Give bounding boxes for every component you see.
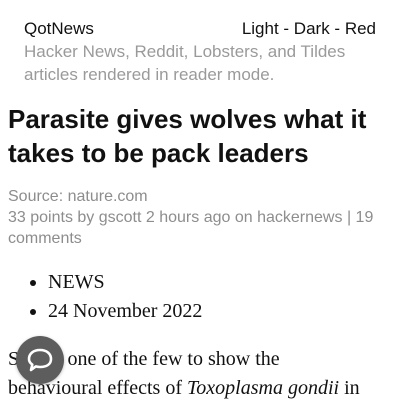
body-line: S is one of the few to show the <box>8 345 400 374</box>
speech-bubble-icon <box>27 348 53 372</box>
tag-item-date: 24 November 2022 <box>48 297 202 326</box>
theme-red-link[interactable]: Red <box>345 19 376 39</box>
body-line-text: is one of the few to show the <box>49 348 280 370</box>
article-body: S is one of the few to show the behaviou… <box>8 345 400 403</box>
theme-light-link[interactable]: Light <box>242 19 279 39</box>
meta-divider: | <box>346 209 352 226</box>
tag-item-category: NEWS <box>48 268 202 297</box>
origin-site-link[interactable]: hackernews <box>257 209 342 226</box>
source-label: Source: <box>8 188 64 205</box>
site-tagline: Hacker News, Reddit, Lobsters, and Tilde… <box>24 42 346 84</box>
theme-dark-link[interactable]: Dark <box>294 19 330 39</box>
theme-separator: - <box>278 19 294 38</box>
species-name: Toxoplasma gondii <box>187 377 340 399</box>
post-time: 2 hours ago <box>145 209 231 226</box>
article-title: Parasite gives wolves what it takes to b… <box>8 104 367 168</box>
body-line-text: in <box>344 377 360 399</box>
on-label: on <box>234 209 253 226</box>
article-tags: NEWS 24 November 2022 <box>8 268 202 326</box>
top-bar: QotNews Light - Dark - Red <box>24 19 376 39</box>
site-name-link[interactable]: QotNews <box>24 19 94 39</box>
comments-button[interactable] <box>16 336 64 384</box>
source-line: Source: nature.com <box>8 186 392 207</box>
body-line: behavioural effects of Toxoplasma gondii… <box>8 374 400 403</box>
by-label: by <box>77 209 95 226</box>
article-meta: Source: nature.com 33 points by gscott 2… <box>8 186 392 249</box>
theme-separator: - <box>329 19 345 38</box>
stats-line: 33 points by gscott 2 hours ago on hacke… <box>8 207 392 249</box>
points-count: 33 points <box>8 209 73 226</box>
source-link[interactable]: nature.com <box>68 188 148 205</box>
author-link[interactable]: gscott <box>99 209 142 226</box>
theme-switcher: Light - Dark - Red <box>242 19 376 39</box>
